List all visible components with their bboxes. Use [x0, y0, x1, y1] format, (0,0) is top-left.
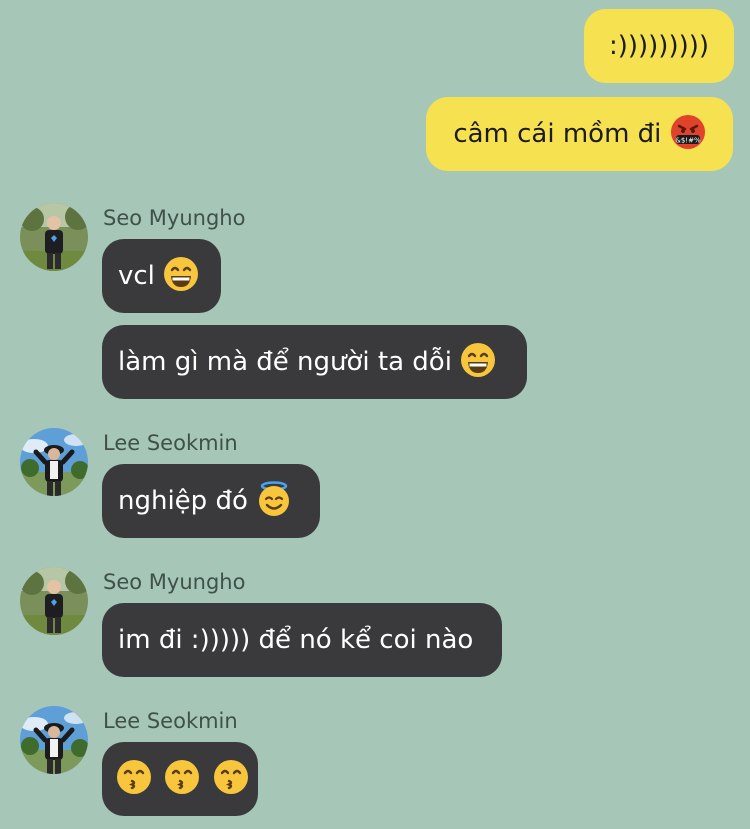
grinning-face-icon — [460, 342, 496, 378]
message-text: làm gì mà để người ta dỗi — [118, 347, 452, 377]
sender-name: Seo Myungho — [103, 206, 246, 230]
chat-thread: :))))))))) câm cái mồm đi &$!#% Seo Myun… — [0, 0, 750, 829]
message-text: im đi :))))) để nó kể coi nào — [118, 625, 474, 655]
message-text: nghiệp đó — [118, 486, 248, 516]
sender-name: Seo Myungho — [103, 570, 246, 594]
sender-name: Lee Seokmin — [103, 709, 238, 733]
svg-text:&$!#%: &$!#% — [675, 136, 701, 144]
avatar-seo-myungho[interactable] — [20, 567, 88, 635]
kissing-face-icon — [213, 759, 249, 795]
outgoing-message[interactable]: :))))))))) — [584, 9, 734, 83]
incoming-message[interactable]: nghiệp đó — [102, 464, 320, 538]
grinning-face-icon — [163, 256, 199, 292]
kissing-face-icon — [164, 759, 200, 795]
outgoing-message[interactable]: câm cái mồm đi &$!#% — [426, 97, 733, 171]
message-text: câm cái mồm đi — [453, 119, 662, 149]
avatar-lee-seokmin[interactable] — [20, 706, 88, 774]
incoming-message[interactable]: làm gì mà để người ta dỗi — [102, 325, 527, 399]
incoming-message[interactable]: vcl — [102, 239, 221, 313]
incoming-message[interactable]: im đi :))))) để nó kể coi nào — [102, 603, 502, 677]
incoming-message[interactable] — [102, 742, 258, 816]
message-text: :))))))))) — [608, 31, 710, 61]
kissing-face-icon — [116, 759, 152, 795]
message-text: vcl — [118, 261, 155, 291]
avatar-seo-myungho[interactable] — [20, 203, 88, 271]
smiling-face-with-halo-icon — [256, 480, 292, 517]
sender-name: Lee Seokmin — [103, 431, 238, 455]
face-with-symbols-on-mouth-icon: &$!#% — [670, 114, 706, 150]
avatar-lee-seokmin[interactable] — [20, 428, 88, 496]
